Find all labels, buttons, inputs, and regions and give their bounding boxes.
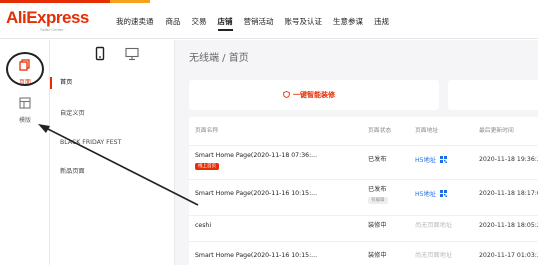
row-tag: 线上首页 — [195, 162, 219, 170]
qr-code-icon[interactable] — [439, 190, 447, 197]
row-address: H5地址 — [415, 190, 447, 199]
sec-item-custom[interactable]: 自定义页 — [60, 109, 172, 119]
h5-address-link[interactable]: H5地址 — [415, 191, 436, 198]
shield-icon — [283, 91, 290, 98]
col-header-address: 页面地址 — [415, 128, 439, 134]
col-header-status: 页面状态 — [368, 128, 392, 134]
row-updated-time: 2020-11-18 18:17:0 — [479, 190, 538, 197]
mobile-icon — [95, 46, 105, 61]
table-row[interactable]: ceshi 装修中 尚无页面地址 2020-11-18 18:05:2 — [189, 215, 538, 239]
row-status: 已发布 — [368, 156, 387, 163]
aliexpress-logo[interactable]: AliExpress — [6, 9, 89, 27]
row-page-name: Smart Home Page(2020-11-18 07:36:... — [195, 152, 318, 159]
row-status: 已发布 — [368, 186, 387, 193]
h5-address-link[interactable]: H5地址 — [415, 157, 436, 164]
row-address: 尚无页面地址 — [415, 252, 453, 259]
top-header: AliExpress Seller Center 我的速卖通 商品 交易 店铺 … — [0, 3, 538, 39]
main-content: 无线端 / 首页 一键智能装修 页面名称 页面状态 页面地址 最后更新时间 Sm… — [175, 40, 538, 267]
row-address: H5地址 — [415, 156, 447, 165]
nav-account[interactable]: 账号及认证 — [285, 17, 323, 27]
template-icon — [19, 97, 31, 109]
row-status-tag: 有编辑 — [368, 196, 388, 204]
secondary-action-button[interactable] — [448, 80, 538, 110]
qr-code-icon[interactable] — [439, 156, 447, 163]
nav-products[interactable]: 商品 — [166, 17, 181, 27]
row-updated-time: 2020-11-18 18:05:2 — [479, 222, 538, 229]
row-updated-time: 2020-11-17 01:03:3 — [479, 252, 538, 259]
desktop-icon — [125, 47, 139, 61]
col-header-updated: 最后更新时间 — [479, 128, 514, 134]
pages-table: 页面名称 页面状态 页面地址 最后更新时间 Smart Home Page(20… — [189, 117, 538, 267]
device-tabs — [50, 40, 175, 66]
online-home-badge: 线上首页 — [195, 163, 219, 170]
table-row[interactable]: Smart Home Page(2020-11-16 10:15:... 已发布… — [189, 179, 538, 213]
secondary-panel: 首页 自定义页 BLACK FRIDAY FEST 新品页面 — [50, 40, 175, 265]
nav-store[interactable]: 店铺 — [217, 17, 233, 31]
page-title: 无线端 / 首页 — [189, 53, 249, 64]
sec-item-new-products[interactable]: 新品页面 — [60, 167, 172, 177]
nav-violations[interactable]: 违规 — [374, 17, 389, 27]
row-address: 尚无页面地址 — [415, 222, 453, 229]
top-nav: 我的速卖通 商品 交易 店铺 营销活动 账号及认证 生意参谋 违规 — [116, 17, 400, 31]
tab-desktop[interactable] — [124, 46, 140, 62]
row-updated-time: 2020-11-18 19:36:3 — [479, 156, 538, 163]
rail-item-templates[interactable]: 模版 — [6, 92, 44, 124]
row-status: 装修中 — [368, 252, 387, 259]
nav-my-aliexpress[interactable]: 我的速卖通 — [116, 17, 154, 27]
logo-subtitle: Seller Center — [40, 27, 64, 32]
table-row[interactable]: Smart Home Page(2020-11-16 10:15:... 装修中… — [189, 241, 538, 267]
edited-badge: 有编辑 — [368, 197, 388, 204]
row-page-name: ceshi — [195, 222, 212, 229]
sec-item-black-friday[interactable]: BLACK FRIDAY FEST — [60, 138, 172, 148]
sec-item-home[interactable]: 首页 — [50, 77, 172, 89]
row-page-name: Smart Home Page(2020-11-16 10:15:... — [195, 252, 318, 259]
nav-marketing[interactable]: 营销活动 — [244, 17, 274, 27]
row-page-name: Smart Home Page(2020-11-16 10:15:... — [195, 190, 318, 197]
rail-label-templates: 模版 — [18, 117, 31, 124]
annotation-circle — [6, 52, 44, 86]
nav-orders[interactable]: 交易 — [192, 17, 207, 27]
col-header-name: 页面名称 — [195, 128, 219, 134]
table-row[interactable]: Smart Home Page(2020-11-18 07:36:... 线上首… — [189, 145, 538, 177]
smart-decorate-label: 一键智能装修 — [283, 90, 335, 100]
row-status: 装修中 — [368, 222, 387, 229]
tab-mobile[interactable] — [92, 46, 108, 62]
smart-decorate-button[interactable]: 一键智能装修 — [189, 80, 439, 110]
smart-decorate-text: 一键智能装修 — [293, 91, 335, 99]
nav-analytics[interactable]: 生意参谋 — [333, 17, 363, 27]
